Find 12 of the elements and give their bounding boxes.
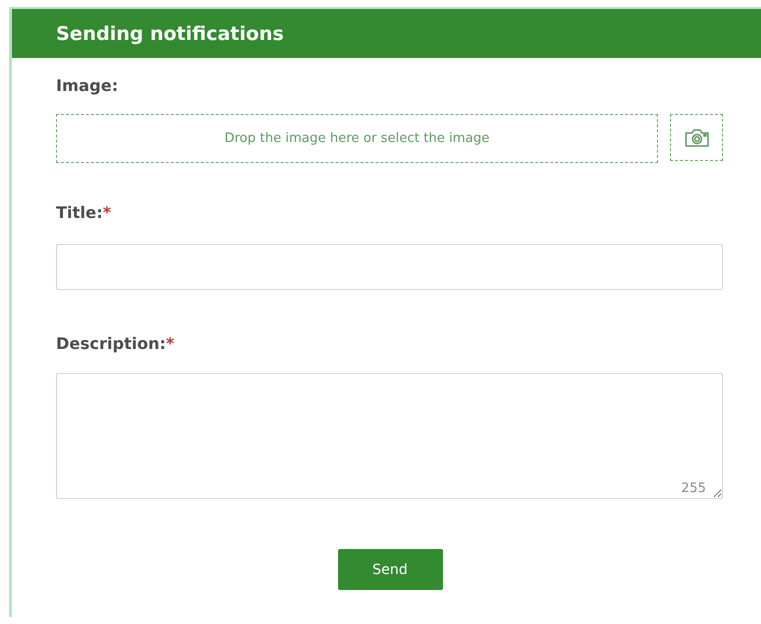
panel-title: Sending notifications xyxy=(56,22,284,44)
title-field[interactable] xyxy=(56,244,723,290)
field-label: Title:* xyxy=(56,203,112,222)
camera-icon xyxy=(684,128,710,148)
character-counter: 255 xyxy=(681,481,706,496)
drop-hint: Drop the image here or select the image xyxy=(224,131,490,146)
send-button[interactable]: Send xyxy=(338,549,442,590)
camera-button[interactable] xyxy=(670,114,723,161)
description-field[interactable] xyxy=(56,373,723,499)
field-label: Image: xyxy=(56,76,120,95)
image-drop-zone[interactable]: Drop the image here or select the image xyxy=(56,114,658,163)
field-label: Description:* xyxy=(56,334,176,353)
